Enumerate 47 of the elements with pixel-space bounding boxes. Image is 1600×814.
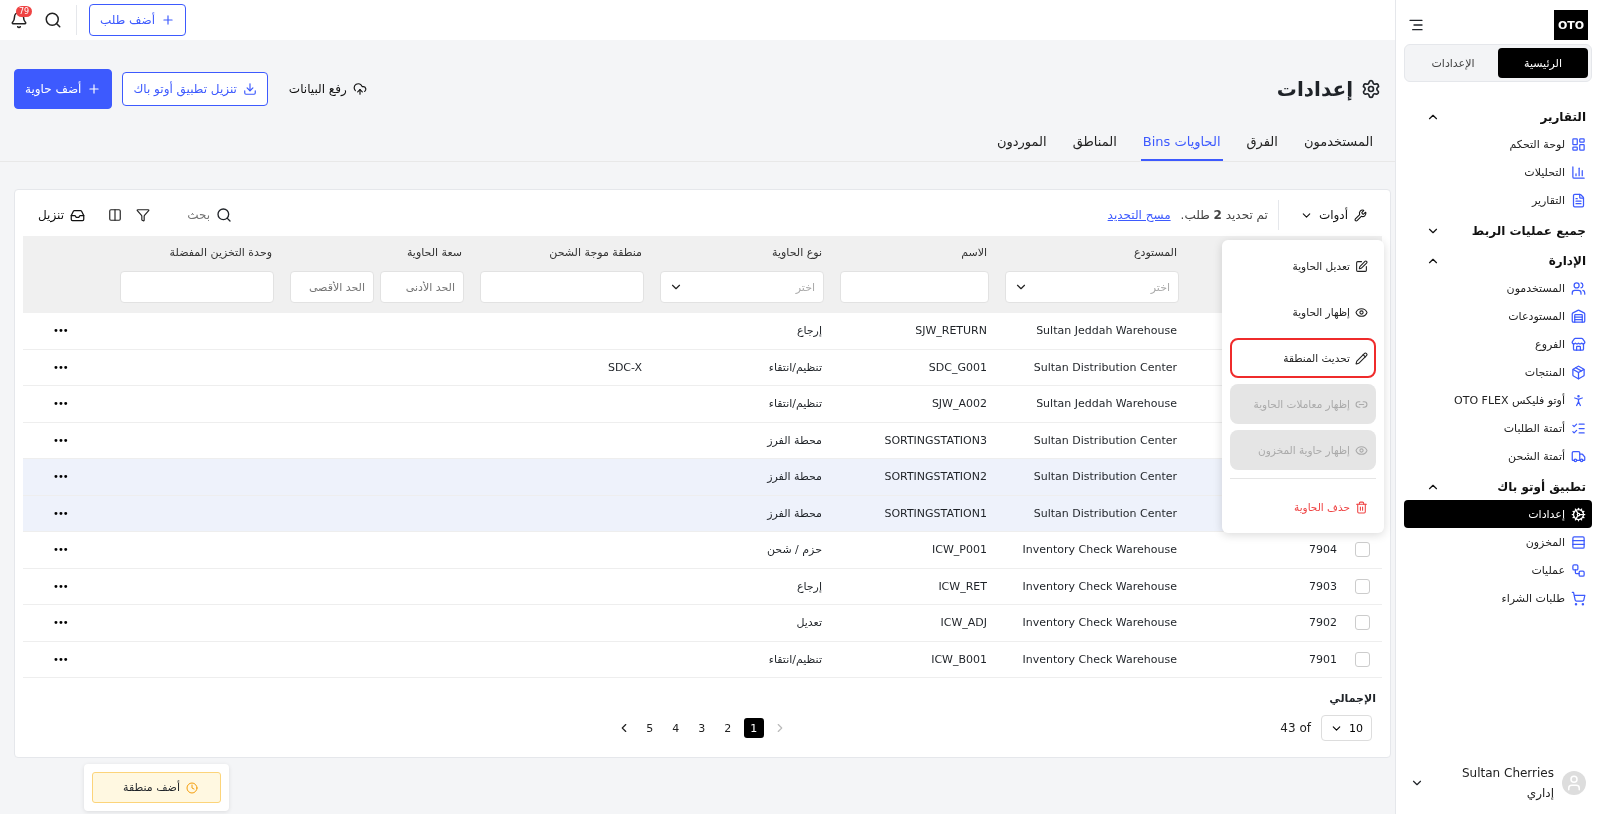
table-cell-text: ICW_ADJ — [939, 616, 988, 630]
column-header: نوع الحاوية — [771, 245, 823, 261]
table-cell-text: ICW_P001 — [931, 543, 988, 557]
table-cell-text: Sultan Distribution Center — [1032, 433, 1178, 447]
table-cell-text: إرجاع — [795, 579, 823, 593]
column-header: منطقة موجة الشحن — [548, 245, 643, 261]
table-cell-text: Inventory Check Warehouse — [1021, 652, 1178, 666]
table-cell-text: SORTINGSTATION2 — [883, 470, 988, 484]
total-count: 43 of — [1280, 721, 1311, 735]
table-cell-text: محطة الفرز — [765, 470, 823, 484]
table-cell-text: تنظيم/انتقاء — [767, 652, 823, 666]
table-cell-text: محطة الفرز — [765, 433, 823, 447]
table-cell-text: تنظيم/انتقاء — [767, 397, 823, 411]
column-header: سعة الحاوية — [405, 245, 463, 261]
table-cell-text: SORTINGSTATION1 — [883, 506, 988, 520]
notification-count: 79 — [16, 6, 33, 17]
table-cell-text: SJW_A002 — [930, 397, 988, 411]
table-cell-text: حزم / شحن — [765, 543, 823, 557]
table-cell-text: Sultan Jeddah Warehouse — [1035, 397, 1178, 411]
table-cell-text: ICW_RET — [937, 579, 988, 593]
table-cell-text: SJW_RETURN — [914, 324, 988, 338]
table-cell-text: 7904 — [1308, 543, 1338, 557]
table-cell-text: محطة الفرز — [765, 506, 823, 520]
table-cell-text: Sultan Distribution Center — [1032, 360, 1178, 374]
user-role: إداري — [1525, 786, 1554, 800]
table-cell-text: ICW_B001 — [930, 652, 988, 666]
table-cell-text: Inventory Check Warehouse — [1021, 616, 1178, 630]
page-title: إعدادات — [1276, 77, 1353, 101]
table-cell-text: إرجاع — [795, 324, 823, 338]
table-cell-text: 7902 — [1308, 616, 1338, 630]
table-cell-text: Inventory Check Warehouse — [1021, 543, 1178, 557]
table-cell-text: Sultan Distribution Center — [1032, 506, 1178, 520]
table-cell-text: Inventory Check Warehouse — [1021, 579, 1178, 593]
user-name: Sultan Cherries — [1460, 766, 1554, 780]
table-cell-text: SORTINGSTATION3 — [883, 433, 988, 447]
table-cell-text: 7901 — [1308, 652, 1338, 666]
column-header: الاسم — [960, 245, 988, 261]
table-cell-text: تنظيم/انتقاء — [767, 360, 823, 374]
column-header: وحدة التخزين المفضلة — [168, 245, 273, 261]
table-cell-text: Sultan Distribution Center — [1032, 470, 1178, 484]
table-cell-text: Sultan Jeddah Warehouse — [1035, 324, 1178, 338]
table-cell-text: تعديل — [795, 616, 823, 630]
table-cell-text: SDC_G001 — [927, 360, 988, 374]
column-header: المستودع — [1132, 245, 1178, 261]
table-cell-text: SDC-X — [606, 360, 643, 374]
table-cell-text: 7903 — [1308, 579, 1338, 593]
total-label: الإجمالي — [1328, 691, 1377, 707]
